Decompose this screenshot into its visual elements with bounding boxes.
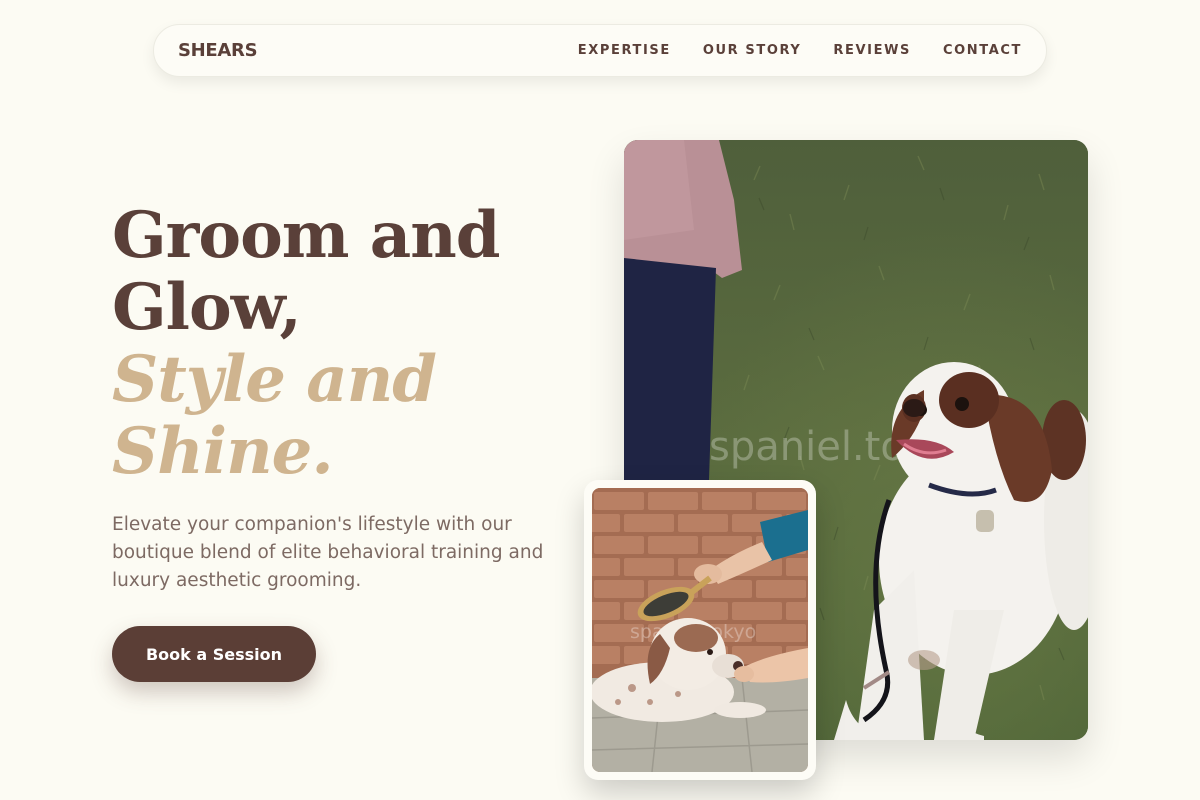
top-nav: SHEARS EXPERTISE OUR STORY REVIEWS CONTA… — [153, 24, 1047, 77]
nav-link-our-story[interactable]: OUR STORY — [703, 43, 802, 58]
nav-link-reviews[interactable]: REVIEWS — [833, 43, 911, 58]
hero-headline: Groom and Glow, Style and Shine. — [112, 200, 582, 488]
headline-accent-line-1: Style and — [112, 342, 437, 417]
headline-line-1: Groom and — [112, 198, 501, 273]
nav-links: EXPERTISE OUR STORY REVIEWS CONTACT — [578, 43, 1022, 58]
nav-link-contact[interactable]: CONTACT — [943, 43, 1022, 58]
hero-secondary-image: spaniel.tokyo — [584, 480, 816, 780]
secondary-image-frame: spaniel.tokyo — [592, 488, 808, 772]
headline-line-2: Glow, — [112, 270, 302, 345]
headline-accent-line-2: Shine. — [112, 414, 334, 489]
book-session-button[interactable]: Book a Session — [112, 626, 316, 682]
hero-subtitle: Elevate your companion's lifestyle with … — [112, 514, 544, 591]
nav-link-expertise[interactable]: EXPERTISE — [578, 43, 671, 58]
brand-logo[interactable]: SHEARS — [178, 40, 258, 61]
